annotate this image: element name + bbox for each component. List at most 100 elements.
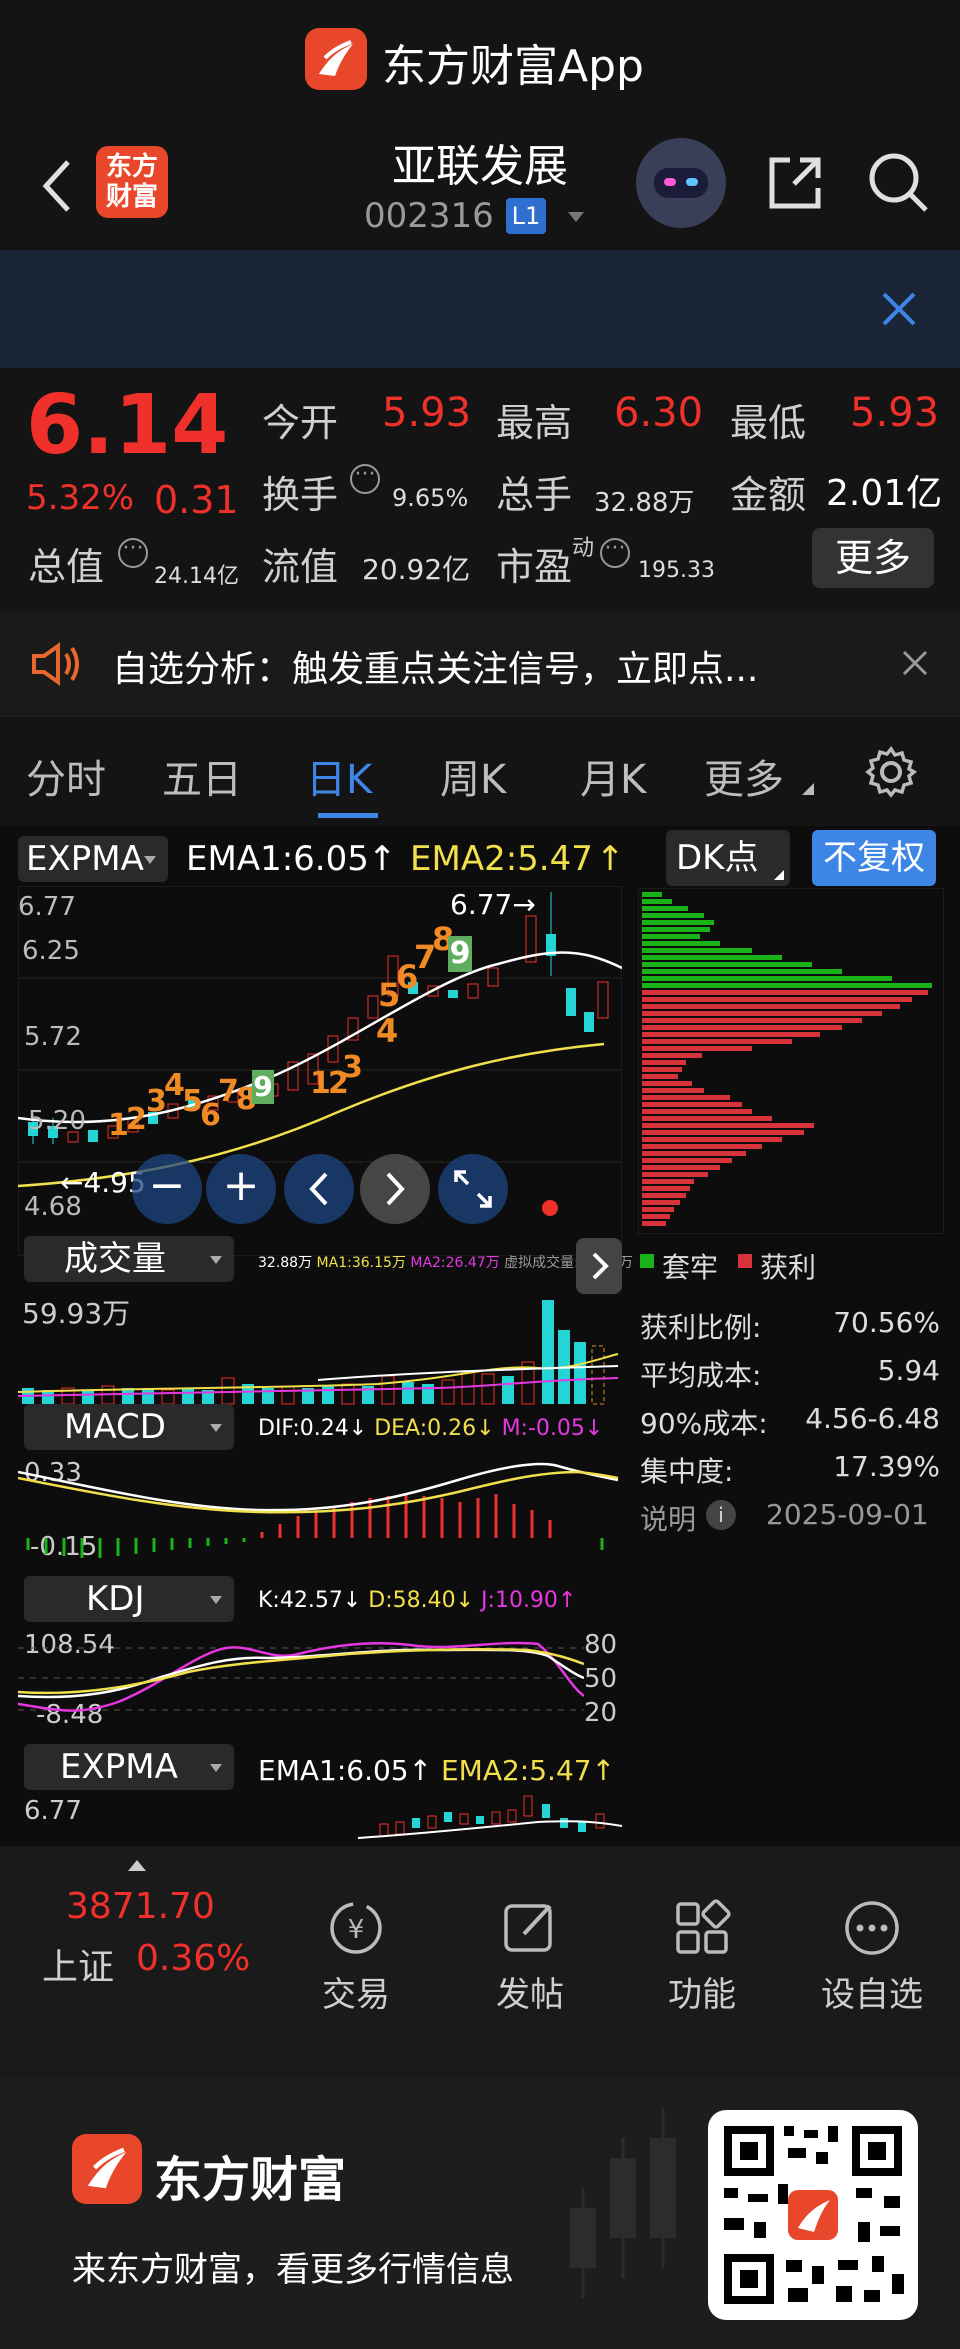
nav-functions[interactable]: 功能: [642, 1898, 762, 2016]
volume-value: 32.88万: [594, 488, 695, 518]
info-icon[interactable]: ···: [350, 464, 380, 494]
seq-number: 3: [342, 1050, 363, 1085]
nav-add-watchlist[interactable]: 设自选: [812, 1898, 932, 2016]
legend-trap: 套牢: [662, 1251, 719, 1284]
footer-brand: 东方财富: [154, 2152, 347, 2208]
down-arrow-icon: ↓: [455, 1588, 475, 1613]
stock-header: 东方财富 亚联发展 002316 L1: [0, 118, 960, 250]
zoom-out-button[interactable]: −: [132, 1154, 202, 1224]
indicator-select[interactable]: EXPMA: [18, 836, 168, 882]
signal-notice[interactable]: 自选分析：触发重点关注信号，立即点...: [0, 612, 960, 716]
corner-triangle-icon: [802, 783, 814, 795]
scroll-right-button[interactable]: [360, 1154, 430, 1224]
cost90-row: 90%成本: 4.56-6.48: [640, 1402, 940, 1442]
change-amount: 0.31: [154, 478, 239, 522]
up-arrow-icon: ↑: [591, 1754, 616, 1787]
dk-point-button[interactable]: DK点: [666, 830, 790, 886]
kline-chart-area[interactable]: EXPMA EMA1:6.05 ↑ EMA2:5.47 ↑ DK点 不复权 6.…: [0, 826, 960, 1846]
up-arrow-icon: ↑: [368, 839, 397, 879]
nav-functions-label: 功能: [668, 1975, 736, 2015]
seq-number-highlight: 9: [252, 1070, 274, 1104]
level-badge[interactable]: L1: [506, 198, 546, 234]
volume-vol: 32.88万: [258, 1255, 313, 1271]
index-percent[interactable]: 0.36%: [136, 1938, 250, 1979]
pe-value: 195.33: [638, 558, 715, 583]
ad-banner[interactable]: [0, 250, 960, 368]
search-icon[interactable]: [866, 150, 932, 220]
seq-number-highlight: 9: [448, 936, 472, 972]
nav-post[interactable]: 发帖: [470, 1898, 590, 2016]
mktcap-label: 总值: [28, 545, 105, 589]
macd-dea: DEA:0.26: [374, 1416, 477, 1441]
grid-icon: [676, 1899, 731, 1954]
event-marker-dot[interactable]: [542, 1200, 558, 1216]
nav-trade[interactable]: ¥ 交易: [296, 1898, 416, 2016]
price-tick: 6.25: [22, 936, 80, 966]
tab-more[interactable]: 更多: [704, 747, 784, 805]
expma-indicator-select[interactable]: EXPMA: [24, 1744, 234, 1790]
kdj-j: J:10.90: [481, 1588, 558, 1613]
down-arrow-icon: ↓: [476, 1416, 495, 1441]
fullscreen-button[interactable]: [438, 1154, 508, 1224]
chevron-down-icon[interactable]: [568, 212, 584, 222]
kdj-indicator-select[interactable]: KDJ: [24, 1576, 234, 1622]
info-icon[interactable]: i: [706, 1500, 736, 1530]
note-label[interactable]: 说明: [640, 1498, 696, 1538]
close-icon[interactable]: [902, 650, 928, 680]
expand-right-button[interactable]: [576, 1238, 622, 1294]
index-name[interactable]: 上证: [42, 1938, 114, 1990]
close-icon[interactable]: [880, 290, 918, 332]
kline-candles: [28, 892, 609, 1144]
share-icon[interactable]: [764, 152, 826, 218]
float-label: 流值: [262, 545, 339, 589]
more-button[interactable]: 更多: [812, 528, 934, 588]
expand-up-icon[interactable]: [128, 1860, 146, 1871]
tab-weekly-k[interactable]: 周K: [440, 747, 506, 805]
seq-number: 2: [126, 1102, 147, 1137]
legend-swatch-green: [640, 1254, 654, 1268]
avg-cost-value: 5.94: [877, 1354, 940, 1387]
legend-swatch-red: [738, 1254, 752, 1268]
tab-intraday[interactable]: 分时: [26, 747, 106, 805]
nav-add-watchlist-label: 设自选: [821, 1975, 923, 2015]
legend-profit: 获利: [760, 1251, 817, 1284]
tab-daily-k[interactable]: 日K: [306, 747, 372, 805]
zoom-in-button[interactable]: +: [206, 1154, 276, 1224]
tab-five-day[interactable]: 五日: [162, 747, 242, 805]
kdj-k: K:42.57: [258, 1588, 343, 1613]
turnover-value: 9.65%: [392, 484, 469, 512]
macd-indicator-select[interactable]: MACD: [24, 1404, 234, 1450]
scroll-left-button[interactable]: [284, 1154, 354, 1224]
kdj-level: 80: [584, 1630, 618, 1660]
low-label: 最低: [730, 401, 807, 445]
volume-indicator-select[interactable]: 成交量: [24, 1236, 234, 1282]
svg-text:¥: ¥: [348, 1915, 365, 1945]
compose-icon: [504, 1904, 552, 1952]
brand-logo-icon: [72, 2134, 142, 2204]
kdj-level: 50: [584, 1664, 618, 1694]
info-icon[interactable]: ···: [118, 538, 148, 568]
no-adjust-button[interactable]: 不复权: [812, 830, 936, 886]
period-tabs: 分时 五日 日K 周K 月K 更多: [0, 716, 960, 826]
profit-ratio-value: 70.56%: [833, 1306, 940, 1339]
chevron-down-icon: [210, 1424, 222, 1432]
current-price: 6.14: [26, 378, 229, 473]
brand-logo-text: 东方财富: [105, 152, 158, 212]
back-button[interactable]: [38, 156, 74, 220]
robot-assistant-icon[interactable]: [636, 138, 726, 228]
indicator-name: EXPMA: [26, 839, 144, 879]
trade-icon: ¥: [330, 1902, 382, 1954]
info-icon[interactable]: ···: [600, 538, 630, 568]
decorative-candles: [570, 2108, 676, 2298]
index-value[interactable]: 3871.70: [66, 1886, 215, 1927]
brand-home-button[interactable]: 东方财富: [96, 146, 168, 218]
expma-mini-chart: [357, 1795, 622, 1839]
kdj-values: K:42.57↓ D:58.40↓ J:10.90↑: [258, 1588, 576, 1613]
avg-cost-row: 平均成本: 5.94: [640, 1354, 940, 1394]
tab-monthly-k[interactable]: 月K: [580, 747, 646, 805]
settings-gear-icon[interactable]: [864, 745, 918, 803]
price-tick: 5.72: [24, 1022, 82, 1052]
chevron-down-icon: [210, 1256, 222, 1264]
expma-ema1: EMA1:6.05: [258, 1754, 409, 1787]
expma-name: EXPMA: [60, 1747, 178, 1787]
